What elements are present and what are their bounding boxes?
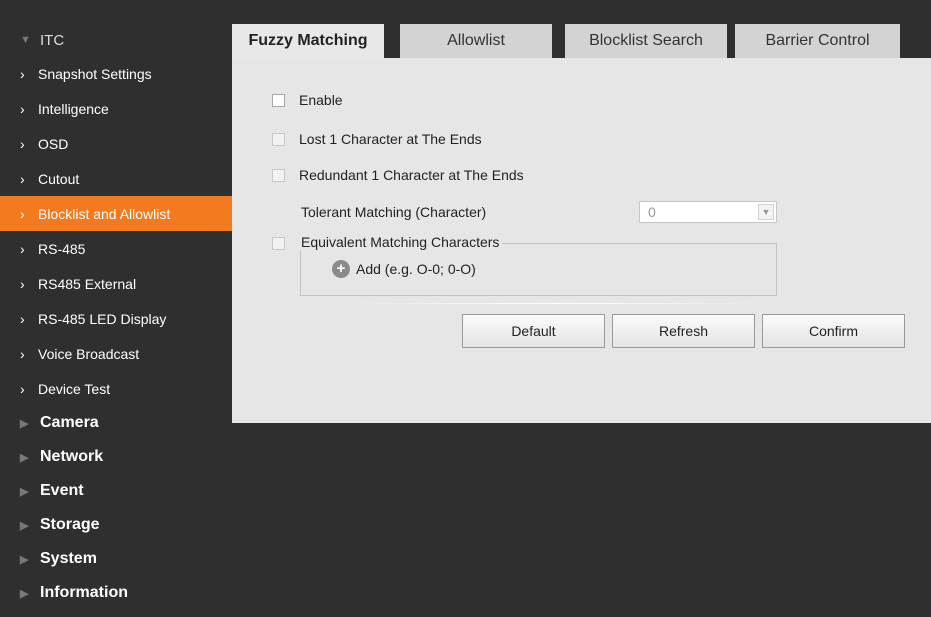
top-strip — [0, 0, 931, 24]
chevron-right-icon: › — [20, 310, 25, 327]
add-equivalent-button[interactable]: + Add (e.g. O-0; 0-O) — [332, 260, 476, 278]
sidebar-item-osd[interactable]: › OSD — [0, 126, 232, 161]
default-button[interactable]: Default — [462, 314, 605, 348]
sidebar-section-system[interactable]: ▶ System — [0, 542, 232, 576]
plus-circle-icon: + — [332, 260, 350, 278]
tab-blocklist-search[interactable]: Blocklist Search — [565, 24, 727, 58]
chevron-right-icon: › — [20, 240, 25, 257]
equivalent-matching-label: Equivalent Matching Characters — [298, 234, 503, 250]
collapsed-triangle-icon: ▶ — [20, 451, 29, 464]
sidebar-item-snapshot-settings[interactable]: › Snapshot Settings — [0, 56, 232, 91]
sidebar-section-event[interactable]: ▶ Event — [0, 474, 232, 508]
sidebar-sub-list: › Snapshot Settings › Intelligence › OSD… — [0, 56, 232, 406]
sidebar-item-cutout[interactable]: › Cutout — [0, 161, 232, 196]
sidebar-item-label: Snapshot Settings — [38, 65, 152, 82]
sidebar-item-rs485-external[interactable]: › RS485 External — [0, 266, 232, 301]
sidebar-item-rs485[interactable]: › RS-485 — [0, 231, 232, 266]
sidebar-section-itc[interactable]: ▼ ITC — [0, 24, 232, 56]
sidebar-section-label: Information — [40, 584, 128, 601]
sidebar-section-network[interactable]: ▶ Network — [0, 440, 232, 474]
chevron-right-icon: › — [20, 380, 25, 397]
sidebar-item-label: RS485 External — [38, 275, 137, 292]
chevron-right-icon: › — [20, 170, 25, 187]
sidebar-section-label: Camera — [40, 414, 99, 431]
sidebar-item-label: Device Test — [38, 380, 111, 397]
tolerant-matching-value: 0 — [648, 204, 656, 220]
fuzzy-matching-panel: Enable Lost 1 Character at The Ends Redu… — [232, 58, 931, 423]
sidebar-section-camera[interactable]: ▶ Camera — [0, 406, 232, 440]
lost-character-row: Lost 1 Character at The Ends — [272, 131, 482, 147]
tab-bar: Fuzzy Matching Allowlist Blocklist Searc… — [232, 24, 931, 58]
sidebar-item-label: OSD — [38, 135, 69, 152]
chevron-right-icon: › — [20, 205, 25, 222]
tab-barrier-control[interactable]: Barrier Control — [735, 24, 900, 58]
chevron-right-icon: › — [20, 100, 25, 117]
collapsed-triangle-icon: ▶ — [20, 519, 29, 532]
dropdown-arrow-icon: ▼ — [758, 204, 774, 220]
sidebar-section-label: Event — [40, 482, 84, 499]
tolerant-matching-select[interactable]: 0 ▼ — [639, 201, 777, 223]
sidebar-section-label: Storage — [40, 516, 100, 533]
enable-checkbox[interactable] — [272, 93, 285, 107]
lost-character-checkbox[interactable] — [272, 132, 285, 146]
sidebar-section-storage[interactable]: ▶ Storage — [0, 508, 232, 542]
sidebar-item-voice-broadcast[interactable]: › Voice Broadcast — [0, 336, 232, 371]
sidebar-item-label: Cutout — [38, 170, 80, 187]
sidebar-section-label: Network — [40, 448, 104, 465]
sidebar: ▼ ITC › Snapshot Settings › Intelligence… — [0, 24, 232, 617]
tab-allowlist[interactable]: Allowlist — [400, 24, 552, 58]
sidebar-item-blocklist-allowlist[interactable]: › Blocklist and Allowlist — [0, 196, 232, 231]
redundant-character-label: Redundant 1 Character at The Ends — [299, 167, 524, 183]
sidebar-item-device-test[interactable]: › Device Test — [0, 371, 232, 406]
sidebar-item-intelligence[interactable]: › Intelligence — [0, 91, 232, 126]
sidebar-item-label: Blocklist and Allowlist — [38, 205, 171, 222]
chevron-right-icon: › — [20, 135, 25, 152]
chevron-right-icon: › — [20, 345, 25, 362]
sidebar-item-label: RS-485 — [38, 240, 86, 257]
chevron-right-icon: › — [20, 65, 25, 82]
lost-character-label: Lost 1 Character at The Ends — [299, 131, 482, 147]
tab-fuzzy-matching[interactable]: Fuzzy Matching — [232, 24, 384, 58]
sidebar-item-label: Voice Broadcast — [38, 345, 140, 362]
collapsed-triangle-icon: ▶ — [20, 417, 29, 430]
redundant-character-row: Redundant 1 Character at The Ends — [272, 167, 524, 183]
sidebar-item-label: RS-485 LED Display — [38, 310, 167, 327]
enable-label: Enable — [299, 92, 343, 108]
sidebar-section-label: System — [40, 550, 97, 567]
tolerant-matching-label: Tolerant Matching (Character) — [301, 204, 487, 220]
expanded-triangle-icon: ▼ — [20, 34, 31, 46]
collapsed-triangle-icon: ▶ — [20, 587, 29, 600]
collapsed-triangle-icon: ▶ — [20, 485, 29, 498]
divider — [342, 303, 772, 304]
sidebar-section-information[interactable]: ▶ Information — [0, 576, 232, 610]
chevron-right-icon: › — [20, 275, 25, 292]
collapsed-triangle-icon: ▶ — [20, 553, 29, 566]
add-equivalent-label: Add (e.g. O-0; 0-O) — [356, 261, 476, 277]
enable-row: Enable — [272, 92, 343, 108]
confirm-button[interactable]: Confirm — [762, 314, 905, 348]
equivalent-matching-checkbox[interactable] — [272, 237, 285, 250]
sidebar-section-label: ITC — [40, 31, 65, 49]
refresh-button[interactable]: Refresh — [612, 314, 755, 348]
equivalent-matching-row — [272, 237, 299, 250]
sidebar-item-rs485-led-display[interactable]: › RS-485 LED Display — [0, 301, 232, 336]
redundant-character-checkbox[interactable] — [272, 168, 285, 182]
sidebar-item-label: Intelligence — [38, 100, 109, 117]
